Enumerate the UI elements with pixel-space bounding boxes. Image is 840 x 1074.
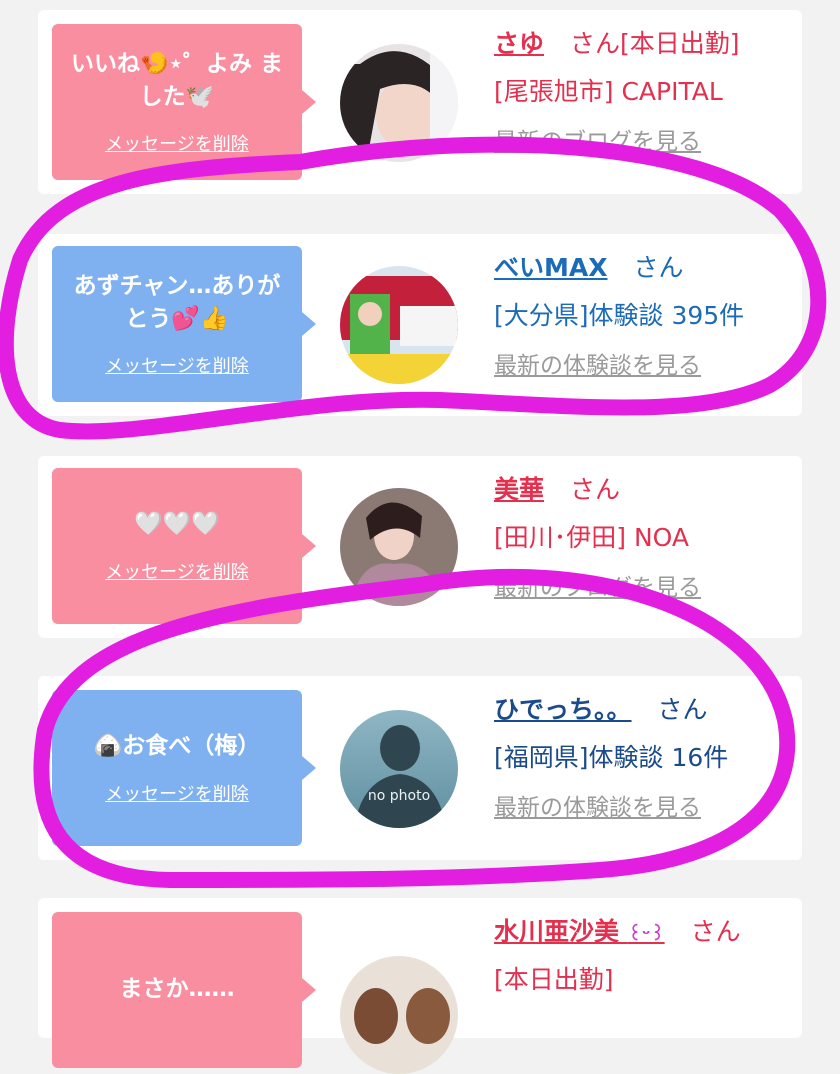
avatar[interactable]: no photo bbox=[340, 710, 458, 828]
avatar[interactable] bbox=[340, 44, 458, 162]
message-card: 🍙お食べ（梅） メッセージを削除 no photo ひでっち。。 さん [福岡県]… bbox=[38, 676, 802, 860]
delete-message-link[interactable]: メッセージを削除 bbox=[105, 130, 249, 156]
message-text: 🍙お食べ（梅） bbox=[93, 733, 261, 760]
message-bubble: あずチャン…ありがとう💕👍 メッセージを削除 bbox=[52, 246, 316, 402]
experience-info: [大分県]体験談 395件 bbox=[494, 301, 745, 330]
delete-message-link[interactable]: メッセージを削除 bbox=[105, 780, 249, 806]
message-text: あずチャン…ありがとう💕👍 bbox=[73, 272, 281, 332]
message-text: いいね🍤⋆゜よみ ました🕊️ bbox=[70, 50, 284, 110]
sender-name-link[interactable]: ひでっち。。 bbox=[494, 695, 632, 724]
avatar[interactable] bbox=[340, 266, 458, 384]
sender-info: ひでっち。。 さん [福岡県]体験談 16件 最新の体験談を見る bbox=[494, 690, 792, 822]
shop-info: [尾張旭市] CAPITAL bbox=[494, 77, 723, 106]
name-emoji: ꒰ᵕ꒱ bbox=[627, 924, 665, 945]
sender-name-link[interactable]: 水川亜沙美 ꒰ᵕ꒱ bbox=[494, 917, 665, 946]
no-photo-caption: no photo bbox=[368, 788, 430, 804]
message-bubble: いいね🍤⋆゜よみ ました🕊️ メッセージを削除 bbox=[52, 24, 316, 180]
delete-message-link[interactable]: メッセージを削除 bbox=[105, 352, 249, 378]
sender-suffix: さん bbox=[570, 475, 621, 504]
sender-suffix: さん bbox=[657, 695, 708, 724]
sender-suffix: さん bbox=[690, 917, 741, 946]
message-bubble: 🤍🤍🤍 メッセージを削除 bbox=[52, 468, 316, 624]
sender-info: 美華 さん [田川･伊田] NOA 最新のブログを見る bbox=[494, 470, 792, 602]
message-text: 🤍🤍🤍 bbox=[134, 511, 220, 538]
experience-info: [福岡県]体験談 16件 bbox=[494, 743, 729, 772]
avatar[interactable] bbox=[340, 956, 458, 1074]
message-card: まさか…… 水川亜沙美 ꒰ᵕ꒱ さん [本日出勤] bbox=[38, 898, 802, 1074]
message-card: いいね🍤⋆゜よみ ました🕊️ メッセージを削除 さゆ さん[本日出勤] [尾張旭市… bbox=[38, 10, 802, 194]
delete-message-link[interactable]: メッセージを削除 bbox=[105, 558, 249, 584]
sender-suffix: さん bbox=[633, 253, 684, 282]
avatar[interactable] bbox=[340, 488, 458, 606]
sender-info: さゆ さん[本日出勤] [尾張旭市] CAPITAL 最新のブログを見る bbox=[494, 24, 792, 156]
sender-name-link[interactable]: べいMAX bbox=[494, 253, 608, 282]
sender-name-link[interactable]: さゆ bbox=[494, 29, 544, 58]
shop-info: [本日出勤] bbox=[494, 965, 614, 994]
shop-info: [田川･伊田] NOA bbox=[494, 523, 689, 552]
latest-link[interactable]: 最新のブログを見る bbox=[494, 568, 792, 602]
sender-suffix: さん[本日出勤] bbox=[570, 29, 740, 58]
sender-name-link[interactable]: 美華 bbox=[494, 475, 544, 504]
sender-name-text: 水川亜沙美 bbox=[494, 917, 620, 946]
message-bubble: まさか…… bbox=[52, 912, 316, 1068]
latest-link[interactable]: 最新のブログを見る bbox=[494, 122, 792, 156]
latest-link[interactable]: 最新の体験談を見る bbox=[494, 788, 792, 822]
message-card: 🤍🤍🤍 メッセージを削除 美華 さん [田川･伊田] NOA 最新のブログを見る bbox=[38, 456, 802, 638]
message-card: あずチャン…ありがとう💕👍 メッセージを削除 べいMAX さん [大分県]体験談 … bbox=[38, 234, 802, 416]
sender-info: 水川亜沙美 ꒰ᵕ꒱ さん [本日出勤] bbox=[494, 912, 792, 996]
message-bubble: 🍙お食べ（梅） メッセージを削除 bbox=[52, 690, 316, 846]
latest-link[interactable]: 最新の体験談を見る bbox=[494, 346, 792, 380]
message-text: まさか…… bbox=[119, 976, 235, 1003]
sender-info: べいMAX さん [大分県]体験談 395件 最新の体験談を見る bbox=[494, 248, 792, 380]
